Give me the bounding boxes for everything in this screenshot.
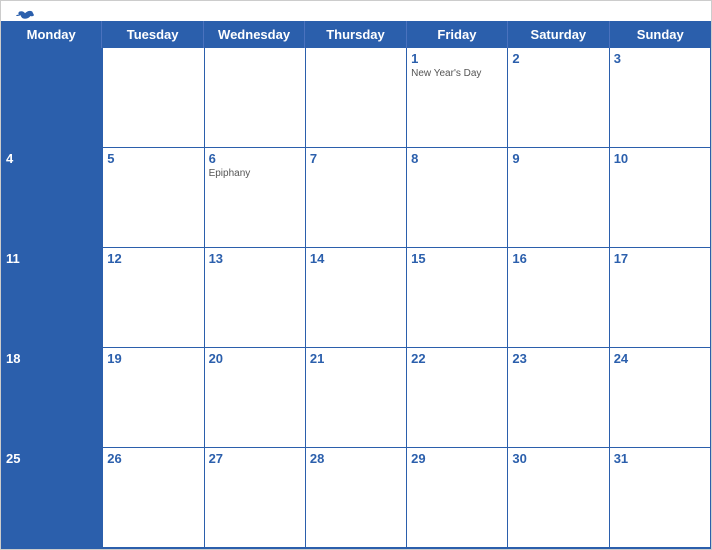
day-cell: 12: [103, 248, 204, 348]
day-number: 31: [614, 451, 706, 466]
day-cell: 28: [306, 448, 407, 548]
day-number: 8: [411, 151, 503, 166]
day-cell: 8: [407, 148, 508, 248]
weekday-header: Friday: [407, 21, 508, 48]
day-cell: 29: [407, 448, 508, 548]
day-number: 28: [310, 451, 402, 466]
day-number: 19: [107, 351, 199, 366]
day-cell: 21: [306, 348, 407, 448]
weekday-header: Thursday: [305, 21, 406, 48]
day-number: 5: [107, 151, 199, 166]
day-number: 24: [614, 351, 706, 366]
day-number: 3: [614, 51, 706, 66]
weekday-header: Tuesday: [102, 21, 203, 48]
day-cell: [103, 48, 204, 148]
day-number: 11: [6, 251, 98, 266]
day-cell: 26: [103, 448, 204, 548]
day-number: 15: [411, 251, 503, 266]
day-number: 7: [310, 151, 402, 166]
day-cell: [2, 48, 103, 148]
day-cell: 15: [407, 248, 508, 348]
day-cell: 1 New Year's Day: [407, 48, 508, 148]
holiday-label: New Year's Day: [411, 68, 503, 79]
day-number: 9: [512, 151, 604, 166]
day-number: 27: [209, 451, 301, 466]
day-number: 30: [512, 451, 604, 466]
logo-blue-text: [16, 9, 36, 23]
day-number: 4: [6, 151, 98, 166]
day-cell: [205, 48, 306, 148]
calendar-grid: 1 New Year's Day 23 456 Epiphany 789 10 11 12 13 1…: [1, 48, 711, 549]
day-number: 26: [107, 451, 199, 466]
day-cell: 22: [407, 348, 508, 448]
day-number: 23: [512, 351, 604, 366]
logo-area: [16, 9, 36, 23]
weekday-header: Sunday: [610, 21, 711, 48]
day-number: 25: [6, 451, 98, 466]
day-number: 10: [614, 151, 706, 166]
day-number: 14: [310, 251, 402, 266]
day-cell: 3: [610, 48, 711, 148]
weekdays-row: MondayTuesdayWednesdayThursdayFridaySatu…: [1, 21, 711, 48]
day-cell: 2: [508, 48, 609, 148]
holiday-label: Epiphany: [209, 168, 301, 179]
day-cell: 6 Epiphany: [205, 148, 306, 248]
day-cell: 27: [205, 448, 306, 548]
day-number: 13: [209, 251, 301, 266]
day-cell: 19: [103, 348, 204, 448]
day-cell: 9: [508, 148, 609, 248]
day-cell: [306, 48, 407, 148]
day-cell: 10: [610, 148, 711, 248]
day-number: 22: [411, 351, 503, 366]
calendar-header: [1, 1, 711, 21]
day-cell: 20: [205, 348, 306, 448]
day-cell: 18: [2, 348, 103, 448]
day-cell: 16: [508, 248, 609, 348]
day-cell: 13: [205, 248, 306, 348]
day-cell: 5: [103, 148, 204, 248]
day-cell: 24: [610, 348, 711, 448]
day-number: 29: [411, 451, 503, 466]
day-cell: 25: [2, 448, 103, 548]
day-cell: 30: [508, 448, 609, 548]
day-cell: 14: [306, 248, 407, 348]
weekday-header: Saturday: [508, 21, 609, 48]
day-number: 6: [209, 151, 301, 166]
day-number: 17: [614, 251, 706, 266]
logo-bird-icon: [16, 9, 34, 23]
day-cell: 31: [610, 448, 711, 548]
day-cell: 7: [306, 148, 407, 248]
day-cell: 4: [2, 148, 103, 248]
day-cell: 17: [610, 248, 711, 348]
day-cell: 11: [2, 248, 103, 348]
calendar-container: MondayTuesdayWednesdayThursdayFridaySatu…: [0, 0, 712, 550]
day-number: 12: [107, 251, 199, 266]
day-number: 16: [512, 251, 604, 266]
day-number: 18: [6, 351, 98, 366]
day-cell: 23: [508, 348, 609, 448]
weekday-header: Wednesday: [204, 21, 305, 48]
weekday-header: Monday: [1, 21, 102, 48]
day-number: 1: [411, 51, 503, 66]
day-number: 20: [209, 351, 301, 366]
day-number: 2: [512, 51, 604, 66]
day-number: 21: [310, 351, 402, 366]
